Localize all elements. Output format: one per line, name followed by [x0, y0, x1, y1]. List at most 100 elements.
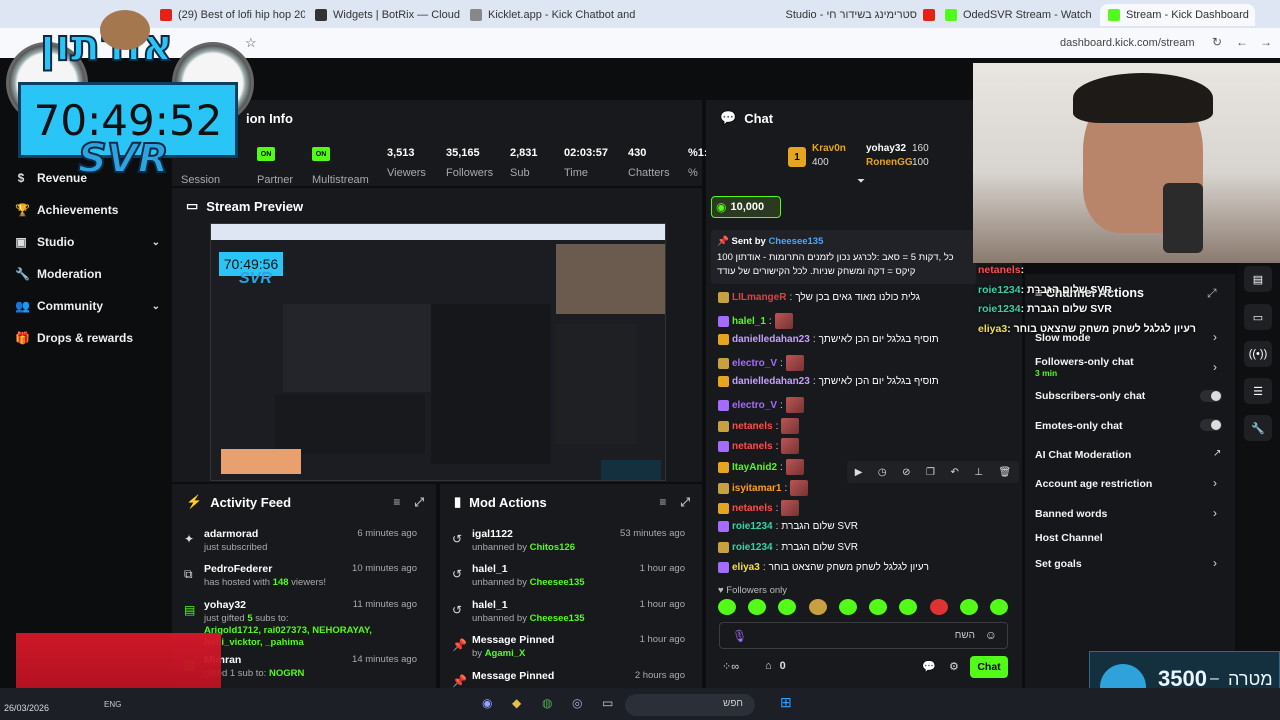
windows-icon[interactable]: ⊞: [780, 694, 792, 711]
store-widget[interactable]: ⌂ 0: [765, 660, 786, 672]
chat-username[interactable]: danielledahan23: [732, 376, 810, 387]
chat-message[interactable]: danielledahan23: תוסיף בגלגל יום הכן לאיש…: [718, 334, 939, 345]
sidebar-item-community[interactable]: 👥 Community ⌄: [15, 295, 160, 317]
app-icon[interactable]: ◆: [512, 696, 521, 710]
tab-label: Kicklet.app - Kick Chatbot and: [488, 9, 636, 21]
expand-icon[interactable]: ⤢: [680, 495, 690, 510]
gear-icon[interactable]: ⚙: [949, 660, 959, 673]
sidebar-item-moderation[interactable]: 🔧 Moderation: [15, 263, 160, 285]
notes-icon[interactable]: ▤: [1244, 266, 1272, 292]
chat-username[interactable]: LILmangeR: [732, 292, 786, 303]
chat-username[interactable]: netanels: [732, 503, 773, 514]
sidebar-item-studio[interactable]: ▣ Studio ⌄: [15, 231, 160, 253]
sidebar-item-drops[interactable]: 🎁 Drops & rewards: [15, 327, 160, 349]
emoji-icon[interactable]: ☺: [985, 628, 997, 642]
chat-username[interactable]: danielledahan23: [732, 334, 810, 345]
chat-send-button[interactable]: Chat: [970, 656, 1008, 678]
chat-message[interactable]: netanels:: [718, 418, 802, 434]
taskbar-language[interactable]: ENG: [104, 700, 121, 709]
browser-tab[interactable]: Widgets | BotRix — Cloud Strea: [315, 4, 460, 26]
chat-username[interactable]: electro_V: [732, 400, 777, 411]
explorer-icon[interactable]: ▭: [602, 696, 613, 710]
forward-icon[interactable]: →: [1260, 35, 1272, 49]
expand-icon[interactable]: ⤢: [414, 495, 424, 510]
browser-tab[interactable]: Kicklet.app - Kick Chatbot and✕: [470, 4, 640, 26]
chat-message[interactable]: isyitamar1:: [718, 480, 811, 496]
chrome-icon[interactable]: ◍: [542, 696, 552, 710]
chat-bubble-icon[interactable]: 💬: [922, 660, 936, 673]
play-icon[interactable]: ▶: [855, 467, 863, 478]
emote-icon[interactable]: [959, 599, 978, 615]
chat-message[interactable]: LILmangeR: גלית כולנו מאוד גאים בכן שלך: [718, 292, 920, 303]
chat-username[interactable]: electro_V: [732, 358, 777, 369]
filter-icon[interactable]: ≡: [393, 495, 400, 510]
browser-tab[interactable]: OdedSVR Stream - Watch Live: [945, 4, 1095, 26]
action-banned-words[interactable]: Banned words: [1035, 508, 1107, 520]
action-host-channel[interactable]: Host Channel: [1035, 532, 1103, 544]
wrench-icon[interactable]: 🔧: [1244, 415, 1272, 441]
emote-icon[interactable]: [929, 599, 948, 615]
chat-username[interactable]: halel_1: [732, 316, 766, 327]
ban-icon[interactable]: ⊘: [902, 467, 910, 478]
delete-icon[interactable]: 🗑: [999, 467, 1012, 478]
action-subscribers-only[interactable]: Subscribers-only chat: [1035, 390, 1145, 402]
chat-message[interactable]: electro_V:: [718, 397, 807, 413]
chat-message[interactable]: halel_1:: [718, 313, 796, 329]
action-set-goals[interactable]: Set goals: [1035, 558, 1082, 570]
chat-username[interactable]: roie1234: [732, 542, 773, 553]
emote-icon[interactable]: [748, 599, 767, 615]
action-followers-only[interactable]: Followers-only chat: [1035, 356, 1134, 368]
emote-icon[interactable]: [808, 599, 827, 615]
browser-tab-active[interactable]: Stream - Kick Dashboard✕: [1100, 4, 1255, 26]
chat-message[interactable]: roie1234: שלום הגברת SVR: [718, 542, 858, 553]
chat-input[interactable]: 🎙 השח ☺: [719, 622, 1008, 649]
taskbar-search[interactable]: חפש: [625, 694, 755, 716]
browser-tab[interactable]: Studio - סטרימינג בשידור חי: [755, 4, 935, 26]
chat-username[interactable]: isyitamar1: [732, 483, 781, 494]
chevron-down-icon[interactable]: ⏷: [857, 176, 865, 187]
emote-icon[interactable]: [989, 599, 1008, 615]
url-field[interactable]: dashboard.kick.com/stream: [1060, 37, 1195, 49]
chat-username[interactable]: eliya3: [732, 562, 760, 573]
chat-username[interactable]: roie1234: [732, 521, 773, 532]
chat-message[interactable]: electro_V:: [718, 355, 807, 371]
steam-icon[interactable]: ◎: [572, 696, 582, 710]
copy-icon[interactable]: ❐: [926, 467, 935, 478]
chat-message[interactable]: danielledahan23: תוסיף בגלגל יום הכן לאיש…: [718, 376, 939, 387]
emote-icon[interactable]: [718, 599, 736, 615]
filter-icon[interactable]: ≡: [659, 495, 666, 510]
chat-username[interactable]: ItayAnid2: [732, 462, 777, 473]
emote-icon[interactable]: [899, 599, 918, 615]
action-ai-moderation[interactable]: AI Chat Moderation: [1035, 449, 1131, 461]
stream-preview-video[interactable]: 70:49:56 SVR: [210, 223, 666, 481]
back-icon[interactable]: ←: [1236, 35, 1248, 49]
mic-icon[interactable]: 🎙: [732, 629, 747, 643]
emote-icon[interactable]: [869, 599, 888, 615]
kicks-goal[interactable]: ◉ 10,000: [711, 196, 781, 218]
layout-icon[interactable]: ☰: [1244, 378, 1272, 404]
chat-message[interactable]: netanels:: [718, 438, 802, 454]
chat-message[interactable]: roie1234: שלום הגברת SVR: [718, 521, 858, 532]
expand-icon[interactable]: ⤢: [1207, 286, 1217, 301]
reload-icon[interactable]: ↻: [1212, 35, 1222, 49]
undo-icon[interactable]: ↶: [950, 467, 958, 478]
sidebar-item-achievements[interactable]: 🏆 Achievements: [15, 199, 160, 221]
discord-icon[interactable]: ◉: [482, 696, 492, 710]
chat-message[interactable]: netanels:: [718, 500, 802, 516]
emote-icon[interactable]: [838, 599, 857, 615]
pin-icon[interactable]: ⊥: [974, 467, 983, 478]
emote-icon[interactable]: [778, 599, 797, 615]
chat-username[interactable]: netanels: [732, 421, 773, 432]
chat-message[interactable]: ItayAnid2:: [718, 459, 807, 475]
chat-message[interactable]: eliya3: רעיון לגלגל לשחק משחק שהצאט בוחר: [718, 562, 929, 573]
preview-actions: [556, 324, 636, 444]
chat-username[interactable]: netanels: [732, 441, 773, 452]
kicks-icon[interactable]: ⁘∞: [722, 660, 739, 673]
timeout-icon[interactable]: ◷: [878, 467, 887, 478]
subscribers-only-toggle[interactable]: [1200, 390, 1222, 402]
chat-icon[interactable]: ▭: [1244, 304, 1272, 330]
action-emotes-only[interactable]: Emotes-only chat: [1035, 420, 1123, 432]
action-account-age[interactable]: Account age restriction: [1035, 478, 1152, 490]
broadcast-icon[interactable]: ((•)): [1244, 341, 1272, 367]
emotes-only-toggle[interactable]: [1200, 419, 1222, 431]
